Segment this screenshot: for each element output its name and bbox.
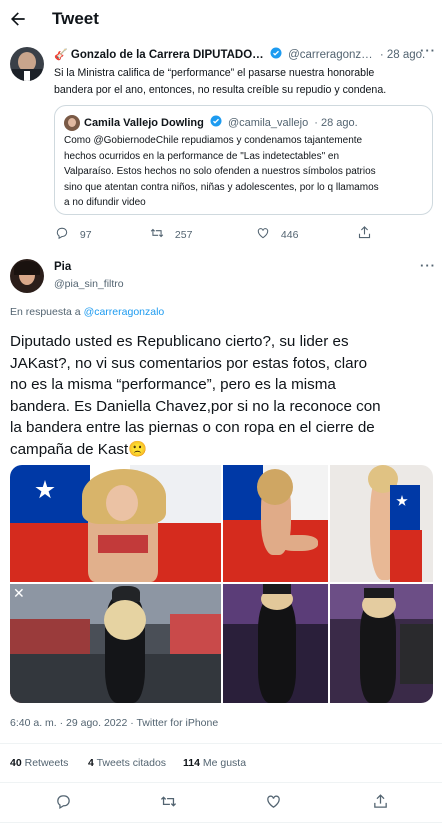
tweet-text: Diputado usted es Republicano cierto?, s… [10,331,381,460]
like-count: 446 [280,229,299,241]
quoted-tweet[interactable]: Camila Vallejo Dowling @camila_vallejo ·… [54,105,433,215]
retweets-stat[interactable]: 40 Retweets [10,757,68,769]
reply-prefix: En respuesta a [10,306,81,318]
quoted-text-line: sino que atentan contra niños, niñas y a… [64,181,379,193]
page-title: Tweet [52,9,99,28]
author-handle[interactable]: @carreragonz… [288,49,373,61]
quoted-text-line: hechos ocurridos en la performance de "L… [64,150,340,162]
media-grid: ✕ [10,465,433,703]
retweet-icon [150,228,164,238]
tweet-text-line: la bandera entre las piernas o con ropa … [10,419,375,436]
reply-icon[interactable] [55,793,72,810]
retweet-count: 257 [174,229,193,241]
retweet-action[interactable]: 257 [150,226,192,241]
retweets-count: 40 [10,757,22,769]
heart-icon[interactable] [265,793,282,810]
reply-count: 97 [79,229,92,241]
retweet-icon[interactable] [160,793,177,810]
guitar-emoji: 🎸 [54,49,68,61]
quoted-text-line: Valparaíso. Estos hechos no solo ofenden… [64,166,376,177]
reply-action[interactable]: 97 [55,226,92,241]
top-bar: Tweet [0,0,442,38]
divider [0,822,442,823]
verified-badge-icon [270,47,282,59]
reply-to-link[interactable]: @carreragonzalo [84,306,165,318]
media-photo[interactable] [223,465,328,582]
avatar [64,115,80,131]
avatar[interactable] [10,259,44,293]
quoted-tweet-time: · 28 ago. [314,117,358,129]
tweet-text-line: bandera por el ano, entonces, no resulta… [54,84,387,96]
quotes-count: 4 [88,757,94,769]
close-icon[interactable]: ✕ [13,585,25,602]
verified-badge-icon [210,115,222,127]
media-photo[interactable] [10,465,221,582]
heart-icon [257,228,269,239]
retweets-label: Retweets [24,757,69,769]
quoted-author-name: Camila Vallejo Dowling [84,117,204,129]
tweet-text-line: Si la Ministra califica de “performance”… [54,67,375,79]
avatar[interactable] [10,47,44,81]
back-arrow-icon[interactable] [8,9,28,29]
author-handle[interactable]: @pia_sin_filtro [54,278,124,290]
reply-icon [56,227,68,240]
share-icon[interactable] [372,793,389,810]
tweet-text-line: campaña de Kast🙁 [10,440,148,458]
media-photo[interactable]: ✕ [10,584,221,703]
author-name[interactable]: Pia [54,261,71,273]
tweet-text: Si la Ministra califica de “performance”… [54,65,386,99]
tweet-text-line: JAKast?, no vi sus comentarios por estas… [10,354,368,372]
tweet-time[interactable]: · 28 ago. [380,49,425,61]
likes-label: Me gusta [202,757,247,769]
quotes-stat[interactable]: 4 Tweets citados [88,757,166,769]
tweet-text-line: no es la misma “performance”, pero es la… [10,376,336,393]
quotes-label: Tweets citados [96,757,167,769]
quoted-tweet-text: Como @GobiernodeChile repudiamos y conde… [64,133,379,211]
media-photo[interactable] [223,584,328,703]
more-options-icon[interactable]: ··· [420,258,436,273]
reply-context: En respuesta a @carreragonzalo [10,306,164,318]
quoted-text-line: a no difundir video [64,197,146,208]
more-options-icon[interactable]: ··· [420,43,436,58]
author-name[interactable]: Gonzalo de la Carrera DIPUTADO… [71,49,264,61]
tweet-timestamp[interactable]: 6:40 a. m. · 29 ago. 2022 · Twitter for … [10,717,218,729]
divider [0,743,442,744]
likes-stat[interactable]: 114 Me gusta [183,757,246,769]
share-icon[interactable] [357,225,372,240]
tweet-text-line: Diputado usted es Republicano cierto?, s… [10,333,349,350]
quoted-author-handle: @camila_vallejo [227,117,309,129]
quoted-text-line: Como @GobiernodeChile repudiamos y conde… [64,135,363,146]
like-action[interactable]: 446 [256,226,298,241]
likes-count: 114 [183,757,200,769]
media-photo[interactable] [330,584,433,703]
divider [0,782,442,783]
tweet-text-line: bandera. Es Daniella Chavez,por si no la… [10,397,381,415]
media-photo[interactable] [330,465,433,582]
